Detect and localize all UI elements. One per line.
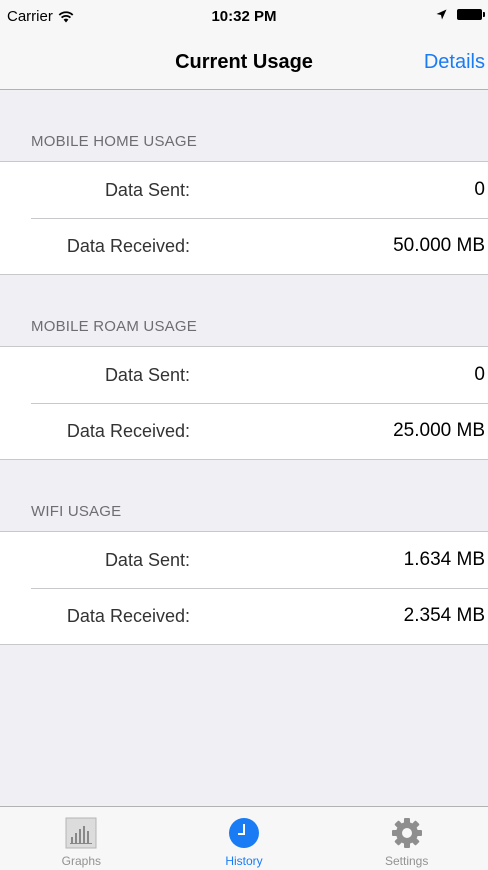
table-row: Data Sent: 1.634 MB (0, 532, 488, 588)
row-value: 1.634 MB (403, 549, 485, 570)
row-value: 50.000 MB (393, 235, 485, 256)
section-mobile-home-usage: MOBILE HOME USAGE Data Sent: 0 Data Rece… (0, 90, 488, 275)
table-row: Data Received: 25.000 MB (0, 403, 488, 459)
row-value: 0 (474, 364, 485, 385)
row-value: 2.354 MB (403, 605, 485, 626)
tab-label: Settings (385, 854, 429, 868)
tab-history[interactable]: History (163, 807, 326, 870)
battery-icon (457, 9, 485, 20)
row-label: Data Received: (66, 236, 190, 256)
details-button[interactable]: Details (424, 51, 485, 74)
section-wifi-usage: WIFI USAGE Data Sent: 1.634 MB Data Rece… (0, 460, 488, 645)
tab-graphs[interactable]: Graphs (0, 807, 163, 870)
table-row: Data Received: 2.354 MB (0, 588, 488, 644)
section-mobile-roam-usage: MOBILE ROAM USAGE Data Sent: 0 Data Rece… (0, 275, 488, 460)
tab-label: Graphs (61, 854, 102, 868)
table-row: Data Sent: 0 (0, 347, 488, 403)
row-label: Data Sent: (104, 180, 190, 200)
page-title: Current Usage (175, 51, 313, 73)
section-header: MOBILE ROAM USAGE (31, 318, 197, 335)
section-header: MOBILE HOME USAGE (31, 133, 197, 150)
tab-settings[interactable]: Settings (325, 807, 488, 870)
gear-icon (391, 818, 422, 848)
row-label: Data Sent: (104, 550, 190, 570)
status-right (436, 9, 485, 20)
table-row: Data Sent: 0 (0, 162, 488, 218)
section-group: Data Sent: 0 Data Received: 25.000 MB (0, 346, 488, 460)
section-group: Data Sent: 0 Data Received: 50.000 MB (0, 161, 488, 275)
row-label: Data Sent: (104, 365, 190, 385)
status-time: 10:32 PM (211, 8, 277, 25)
status-bar: Carrier 10:32 PM (0, 0, 488, 40)
bar-chart-icon (65, 817, 97, 849)
clock-icon (229, 818, 259, 848)
row-value: 0 (474, 179, 485, 200)
location-arrow-icon (436, 9, 447, 20)
tab-label: History (225, 854, 263, 868)
tab-bar: Graphs History Settings (0, 806, 488, 870)
row-label: Data Received: (66, 606, 190, 626)
table-row: Data Received: 50.000 MB (0, 218, 488, 274)
row-label: Data Received: (66, 421, 190, 441)
section-header: WIFI USAGE (31, 503, 122, 520)
navigation-bar: Current Usage Details (0, 40, 488, 90)
section-group: Data Sent: 1.634 MB Data Received: 2.354… (0, 531, 488, 645)
row-value: 25.000 MB (393, 420, 485, 441)
usage-table: MOBILE HOME USAGE Data Sent: 0 Data Rece… (0, 90, 488, 645)
